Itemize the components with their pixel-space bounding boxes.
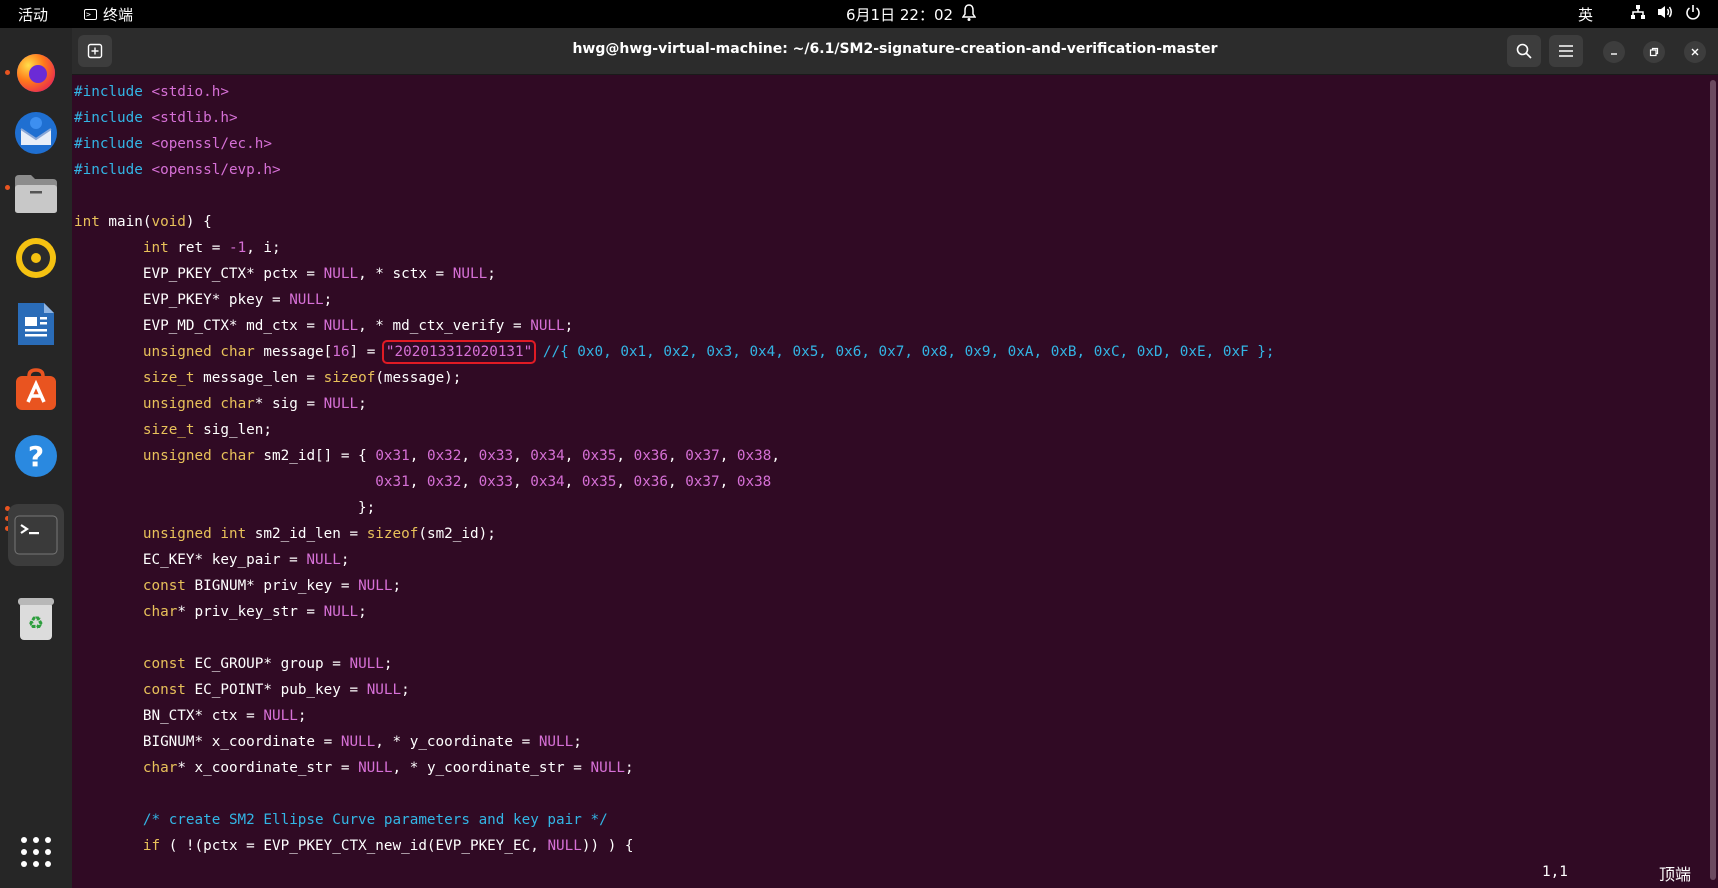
volume-icon (1658, 6, 1672, 18)
terminal-app-icon: > (84, 9, 97, 20)
header-bar: hwg@hwg-virtual-machine: ~/6.1/SM2-signa… (72, 28, 1718, 75)
code-line: char* priv_key_str = NULL; (142, 604, 367, 620)
writer-icon[interactable] (8, 296, 64, 352)
terminal-icon[interactable] (8, 504, 64, 566)
code-line: #include <stdlib.h> (74, 110, 238, 126)
code-line: unsigned char* sig = NULL; (142, 396, 367, 412)
thunderbird-icon[interactable] (8, 105, 64, 161)
trash-icon[interactable]: ♻ (8, 591, 64, 647)
power-icon (1686, 5, 1700, 20)
code-line: unsigned char message[16] = "20201331202… (142, 340, 1275, 364)
restore-icon (1649, 47, 1659, 57)
code-line: BN_CTX* ctx = NULL; (74, 708, 307, 724)
menu-button[interactable] (1549, 35, 1583, 67)
help-icon[interactable]: ? (8, 428, 64, 484)
code-line: const EC_GROUP* group = NULL; (142, 656, 393, 672)
code-line: int main(void) { (74, 214, 212, 230)
terminal-window: hwg@hwg-virtual-machine: ~/6.1/SM2-signa… (72, 28, 1718, 888)
code-line: EVP_PKEY* pkey = NULL; (74, 292, 333, 308)
firefox-icon[interactable] (8, 44, 64, 100)
dock: ? ♻ (0, 28, 72, 888)
minimize-icon (1611, 53, 1617, 55)
app-name: 终端 (103, 6, 134, 24)
message-string-highlight: "202013312020131" (381, 340, 537, 364)
code-line: unsigned char sm2_id[] = { 0x31, 0x32, 0… (142, 448, 780, 464)
close-icon (1691, 48, 1699, 56)
code-line: EVP_MD_CTX* md_ctx = NULL, * md_ctx_veri… (74, 318, 574, 334)
app-center-icon[interactable] (8, 362, 64, 418)
restore-button[interactable] (1643, 41, 1665, 63)
code-line: unsigned int sm2_id_len = sizeof(sm2_id)… (142, 526, 496, 542)
code-line: int ret = -1, i; (142, 240, 281, 256)
app-menu[interactable]: > 终端 (84, 4, 133, 25)
code-line: if ( !(pctx = EVP_PKEY_CTX_new_id(EVP_PK… (142, 838, 634, 854)
code-line: size_t sig_len; (142, 422, 272, 438)
code-line: }; (74, 500, 376, 516)
cursor-position: 1,1 (1542, 864, 1568, 880)
minimize-button[interactable] (1603, 41, 1625, 63)
code-line: EVP_PKEY_CTX* pctx = NULL, * sctx = NULL… (74, 266, 496, 282)
input-method-indicator[interactable]: 英 (1578, 4, 1593, 25)
hamburger-icon (1559, 45, 1573, 57)
system-tray[interactable] (1630, 4, 1701, 20)
clock[interactable]: 6月1日 22：02 (846, 4, 953, 25)
rhythmbox-icon[interactable] (8, 230, 64, 286)
code-editor[interactable]: #include <stdio.h> #include <stdlib.h> #in… (74, 79, 1694, 859)
code-line: const BIGNUM* priv_key = NULL; (142, 578, 402, 594)
scroll-position: 顶端 (1659, 865, 1692, 884)
activities-button[interactable]: 活动 (18, 4, 48, 25)
code-line: #include <openssl/ec.h> (74, 136, 272, 152)
show-apps-icon[interactable] (8, 824, 64, 880)
window-title: hwg@hwg-virtual-machine: ~/6.1/SM2-signa… (572, 41, 1218, 57)
svg-text:?: ? (28, 440, 44, 473)
notification-bell-icon[interactable] (961, 4, 977, 26)
code-line: EC_KEY* key_pair = NULL; (74, 552, 350, 568)
code-line: #include <stdio.h> (74, 84, 229, 100)
scrollbar[interactable] (1710, 80, 1716, 880)
code-line: 0x31, 0x32, 0x33, 0x34, 0x35, 0x36, 0x37… (375, 474, 772, 490)
top-bar: 活动 > 终端 6月1日 22：02 英 (0, 0, 1718, 28)
code-line: const EC_POINT* pub_key = NULL; (142, 682, 410, 698)
search-button[interactable] (1507, 35, 1541, 67)
code-line: BIGNUM* x_coordinate = NULL, * y_coordin… (74, 734, 582, 750)
close-button[interactable] (1684, 41, 1706, 63)
code-line: char* x_coordinate_str = NULL, * y_coord… (142, 760, 634, 776)
network-icon (1631, 5, 1645, 19)
files-icon[interactable] (8, 166, 64, 222)
code-line: size_t message_len = sizeof(message); (142, 370, 462, 386)
code-line: #include <openssl/evp.h> (74, 162, 281, 178)
svg-text:♻: ♻ (28, 613, 44, 634)
code-line: /* create SM2 Ellipse Curve parameters a… (142, 812, 608, 828)
search-icon (1516, 43, 1532, 59)
